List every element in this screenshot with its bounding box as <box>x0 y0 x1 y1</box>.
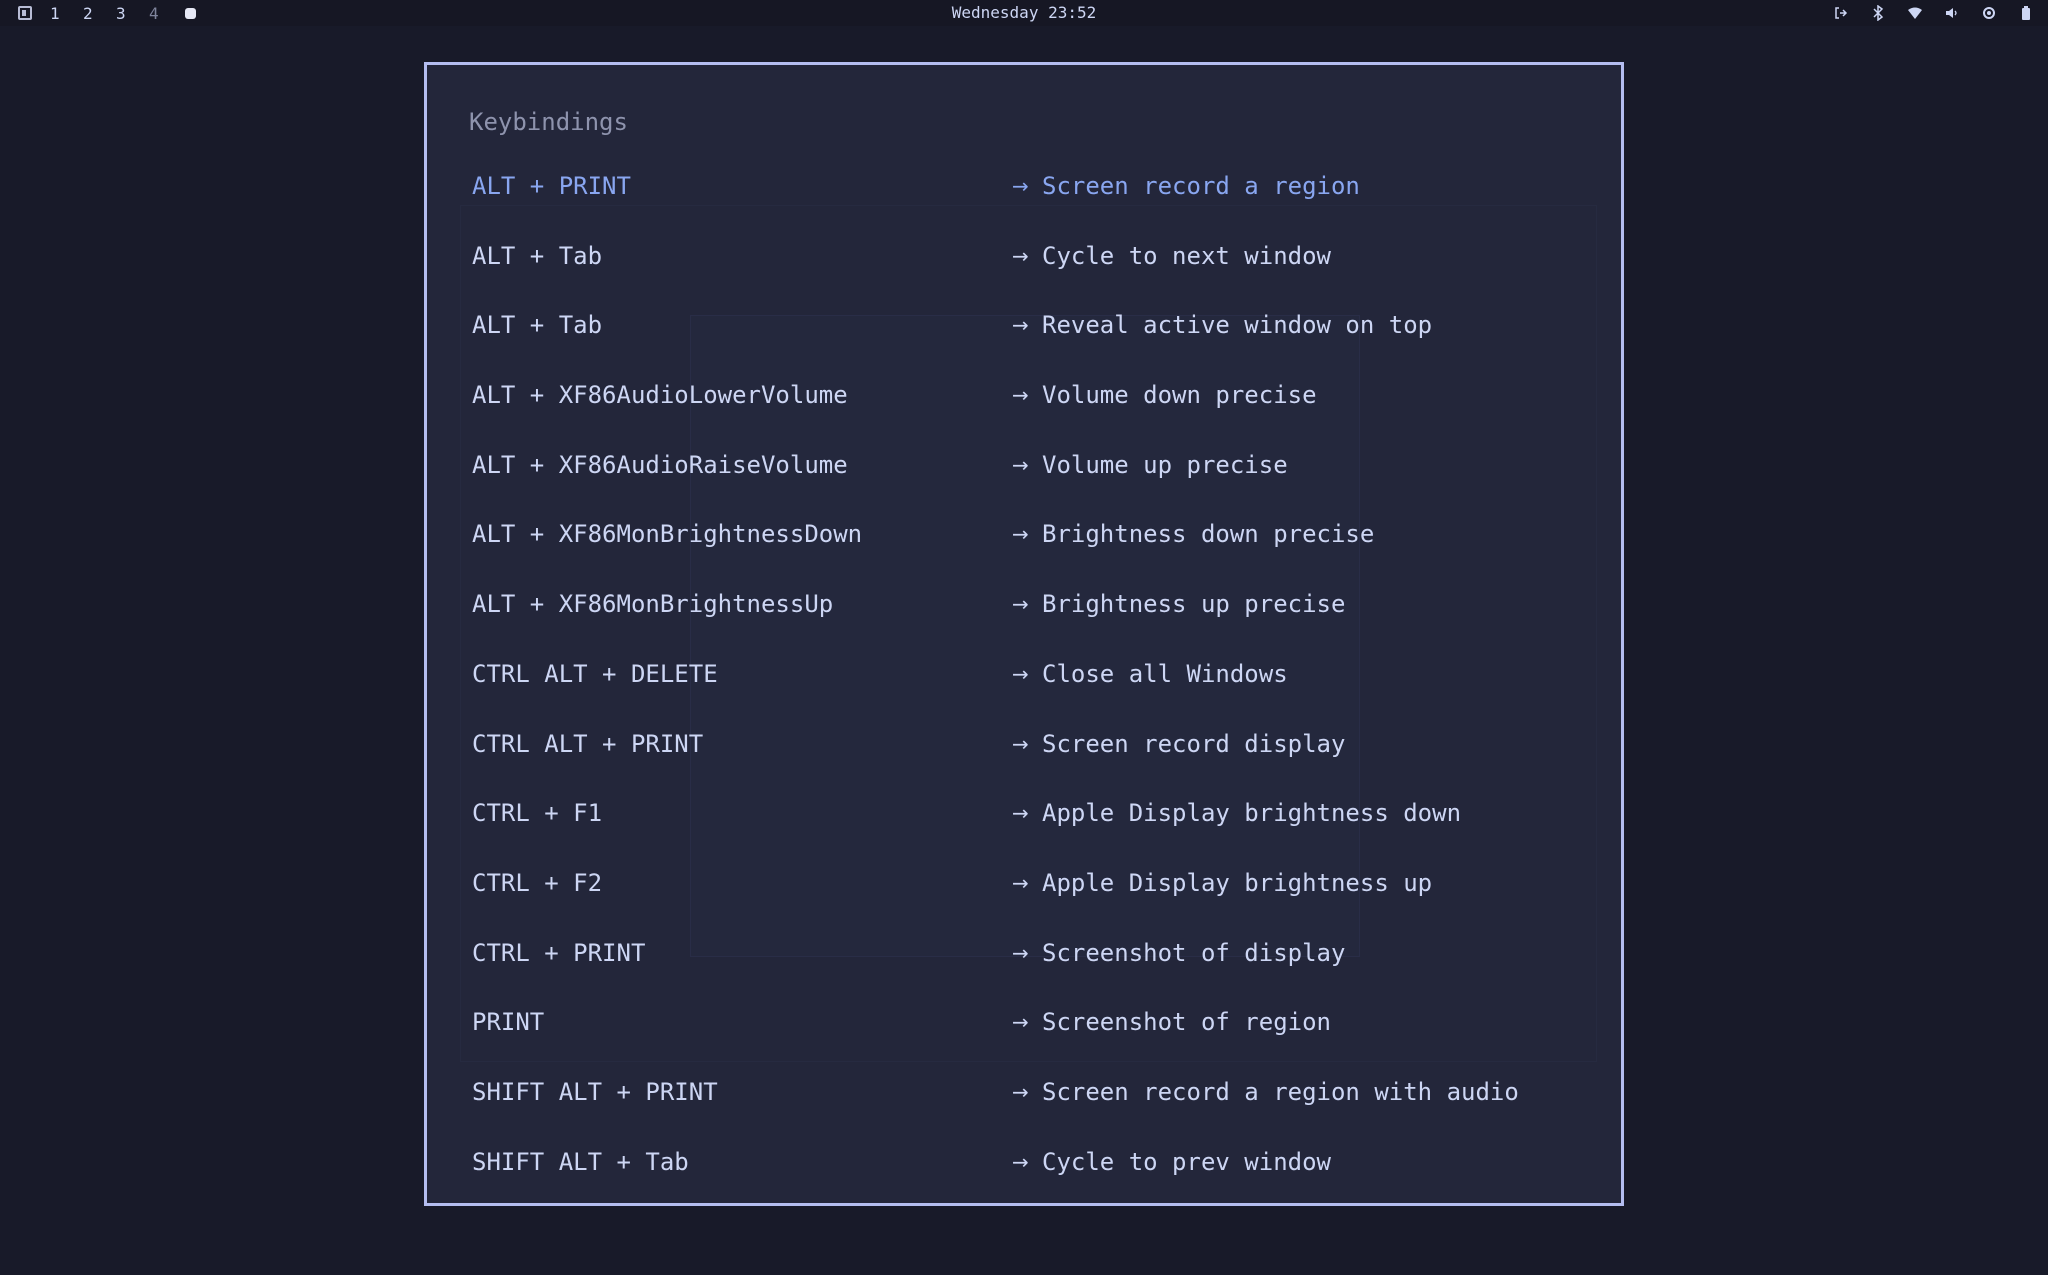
key-combo: ALT + XF86MonBrightnessDown <box>472 520 863 549</box>
key-combo: PRINT <box>472 1008 545 1037</box>
key-combo: SHIFT ALT + PRINT <box>472 1077 718 1106</box>
volume-icon[interactable] <box>1944 5 1960 21</box>
keybinding-row[interactable]: ALT + XF86MonBrightnessDown → Brightness… <box>472 500 1602 570</box>
key-combo: CTRL + F2 <box>472 868 603 897</box>
arrow-icon: → <box>1012 383 1029 408</box>
keybinding-row[interactable]: SHIFT ALT + PRINT → Screen record a regi… <box>472 1058 1602 1128</box>
key-combo: CTRL + PRINT <box>472 938 646 967</box>
key-combo: ALT + PRINT <box>472 172 631 200</box>
action-description: Apple Display brightness down <box>1042 799 1462 828</box>
action-description: Screen record a region with audio <box>1042 1077 1519 1106</box>
keybinding-row[interactable]: PRINT → Screenshot of region <box>472 988 1602 1058</box>
keybinding-row[interactable]: ALT + Tab → Reveal active window on top <box>472 291 1602 361</box>
arrow-icon: → <box>1012 452 1029 477</box>
arrow-icon: → <box>1012 522 1029 547</box>
battery-icon[interactable] <box>2018 5 2034 21</box>
action-description: Volume down precise <box>1042 381 1317 410</box>
keybinding-row[interactable]: ALT + Tab → Cycle to next window <box>472 222 1602 292</box>
arrow-icon: → <box>1012 940 1029 965</box>
action-description: Brightness up precise <box>1042 590 1346 619</box>
system-tray <box>1833 4 2034 22</box>
key-combo: CTRL ALT + PRINT <box>472 729 704 758</box>
wifi-icon[interactable] <box>1907 5 1923 21</box>
action-description: Cycle to prev window <box>1042 1147 1331 1176</box>
action-description: Screenshot of display <box>1042 938 1346 967</box>
bluetooth-icon[interactable] <box>1870 5 1886 21</box>
key-combo: ALT + XF86MonBrightnessUp <box>472 590 834 619</box>
top-bar: 1 2 3 4 Wednesday 23:52 <box>0 0 2048 26</box>
keybinding-row[interactable]: CTRL + PRINT → Screenshot of display <box>472 919 1602 989</box>
keybinding-row[interactable]: CTRL + F1 → Apple Display brightness dow… <box>472 779 1602 849</box>
arrow-icon: → <box>1012 661 1029 686</box>
arrow-icon: → <box>1012 1079 1029 1104</box>
action-description: Reveal active window on top <box>1042 311 1433 340</box>
keybinding-row[interactable]: ALT + PRINT → Screen record a region <box>472 152 1602 222</box>
arrow-icon: → <box>1012 1010 1029 1035</box>
action-description: Volume up precise <box>1042 450 1288 479</box>
arrow-icon: → <box>1012 1149 1029 1174</box>
action-description: Cycle to next window <box>1042 241 1331 270</box>
key-combo: CTRL ALT + DELETE <box>472 659 718 688</box>
arrow-icon: → <box>1012 731 1029 756</box>
key-combo: ALT + XF86AudioRaiseVolume <box>472 450 848 479</box>
key-combo: ALT + Tab <box>472 241 603 270</box>
settings-icon[interactable] <box>1981 5 1997 21</box>
action-description: Close all Windows <box>1042 659 1288 688</box>
panel-title: Keybindings <box>469 108 628 136</box>
action-description: Brightness down precise <box>1042 520 1375 549</box>
keybinding-row[interactable]: ALT + XF86AudioLowerVolume → Volume down… <box>472 361 1602 431</box>
keybinding-list: ALT + PRINT → Screen record a region ALT… <box>472 152 1602 1197</box>
arrow-icon: → <box>1012 801 1029 826</box>
keybinding-row[interactable]: ALT + XF86AudioRaiseVolume → Volume up p… <box>472 431 1602 501</box>
keybinding-row[interactable]: ALT + XF86MonBrightnessUp → Brightness u… <box>472 570 1602 640</box>
arrow-icon: → <box>1012 592 1029 617</box>
arrow-icon: → <box>1012 243 1029 268</box>
action-description: Screen record a region <box>1042 172 1360 200</box>
clock[interactable]: Wednesday 23:52 <box>0 3 2048 22</box>
keybinding-row[interactable]: CTRL ALT + PRINT → Screen record display <box>472 710 1602 780</box>
logout-icon[interactable] <box>1833 5 1849 21</box>
arrow-icon: → <box>1012 313 1029 338</box>
action-description: Screenshot of region <box>1042 1008 1331 1037</box>
arrow-icon: → <box>1012 174 1029 198</box>
key-combo: SHIFT ALT + Tab <box>472 1147 689 1176</box>
key-combo: ALT + XF86AudioLowerVolume <box>472 381 848 410</box>
action-description: Apple Display brightness up <box>1042 868 1433 897</box>
keybinding-row[interactable]: CTRL ALT + DELETE → Close all Windows <box>472 640 1602 710</box>
keybinding-row[interactable]: CTRL + F2 → Apple Display brightness up <box>472 849 1602 919</box>
key-combo: CTRL + F1 <box>472 799 603 828</box>
key-combo: ALT + Tab <box>472 311 603 340</box>
arrow-icon: → <box>1012 870 1029 895</box>
keybinding-row[interactable]: SHIFT ALT + Tab → Cycle to prev window <box>472 1128 1602 1198</box>
action-description: Screen record display <box>1042 729 1346 758</box>
